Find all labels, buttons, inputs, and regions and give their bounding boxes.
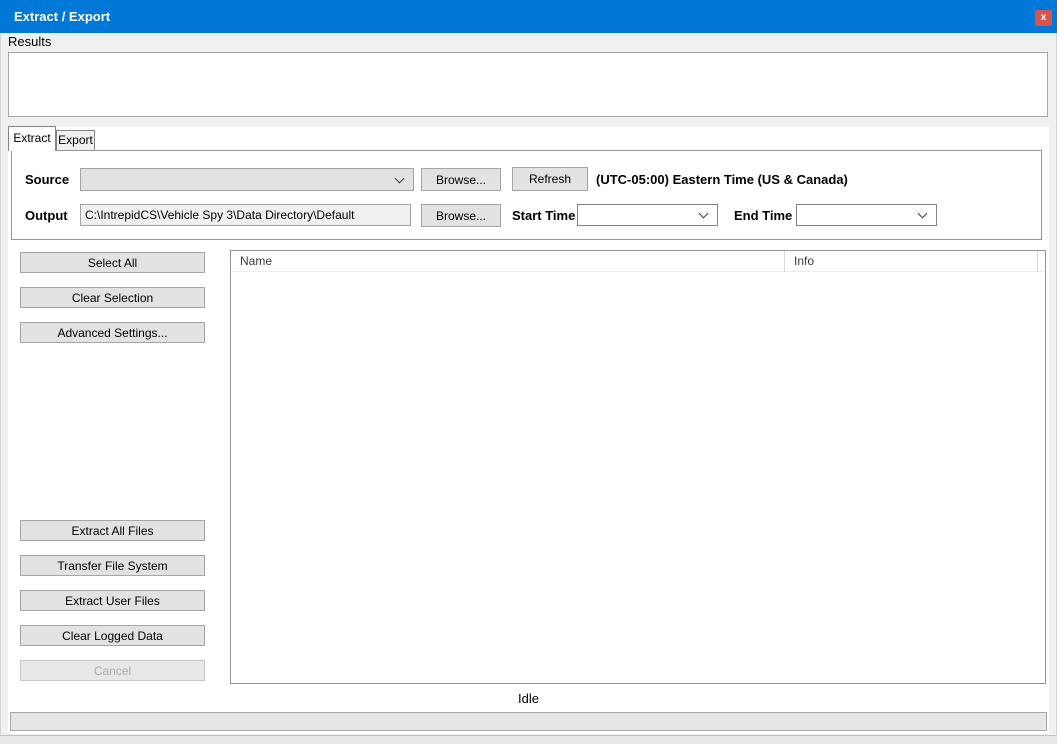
end-time-select[interactable] bbox=[796, 204, 937, 226]
window-title: Extract / Export bbox=[14, 0, 110, 33]
clear-selection-button[interactable]: Clear Selection bbox=[20, 287, 205, 308]
transfer-file-system-button[interactable]: Transfer File System bbox=[20, 555, 205, 576]
progress-bar bbox=[10, 712, 1047, 731]
column-header-name[interactable]: Name bbox=[231, 251, 784, 272]
browse-source-button[interactable]: Browse... bbox=[421, 168, 501, 191]
chevron-down-icon bbox=[699, 209, 709, 219]
clear-logged-data-button[interactable]: Clear Logged Data bbox=[20, 625, 205, 646]
start-time-label: Start Time bbox=[512, 208, 575, 223]
results-label: Results bbox=[8, 34, 51, 49]
extract-user-files-button[interactable]: Extract User Files bbox=[20, 590, 205, 611]
file-list[interactable]: Name Info bbox=[230, 250, 1046, 684]
cancel-button: Cancel bbox=[20, 660, 205, 681]
refresh-button[interactable]: Refresh bbox=[512, 167, 588, 191]
status-text: Idle bbox=[8, 691, 1049, 706]
start-time-select[interactable] bbox=[577, 204, 718, 226]
window-bottom-frame bbox=[0, 735, 1057, 744]
output-path-field[interactable] bbox=[80, 204, 411, 226]
output-label: Output bbox=[25, 208, 68, 223]
titlebar: Extract / Export x bbox=[0, 0, 1057, 33]
end-time-label: End Time bbox=[734, 208, 792, 223]
source-label: Source bbox=[25, 172, 69, 187]
tab-extract[interactable]: Extract bbox=[8, 126, 56, 151]
browse-output-button[interactable]: Browse... bbox=[421, 204, 501, 227]
results-output[interactable] bbox=[8, 52, 1048, 117]
close-button[interactable]: x bbox=[1035, 10, 1052, 26]
timezone-label: (UTC-05:00) Eastern Time (US & Canada) bbox=[596, 172, 848, 187]
chevron-down-icon bbox=[395, 173, 405, 183]
file-list-header: Name Info bbox=[231, 251, 1045, 272]
tab-export[interactable]: Export bbox=[56, 130, 95, 150]
select-all-button[interactable]: Select All bbox=[20, 252, 205, 273]
close-icon: x bbox=[1041, 12, 1047, 23]
settings-frame bbox=[11, 150, 1042, 240]
source-select[interactable] bbox=[80, 168, 414, 191]
advanced-settings-button[interactable]: Advanced Settings... bbox=[20, 322, 205, 343]
column-header-info[interactable]: Info bbox=[784, 251, 1038, 272]
chevron-down-icon bbox=[918, 209, 928, 219]
extract-all-files-button[interactable]: Extract All Files bbox=[20, 520, 205, 541]
extract-export-dialog: Extract / Export x Results Extract Expor… bbox=[0, 0, 1057, 744]
